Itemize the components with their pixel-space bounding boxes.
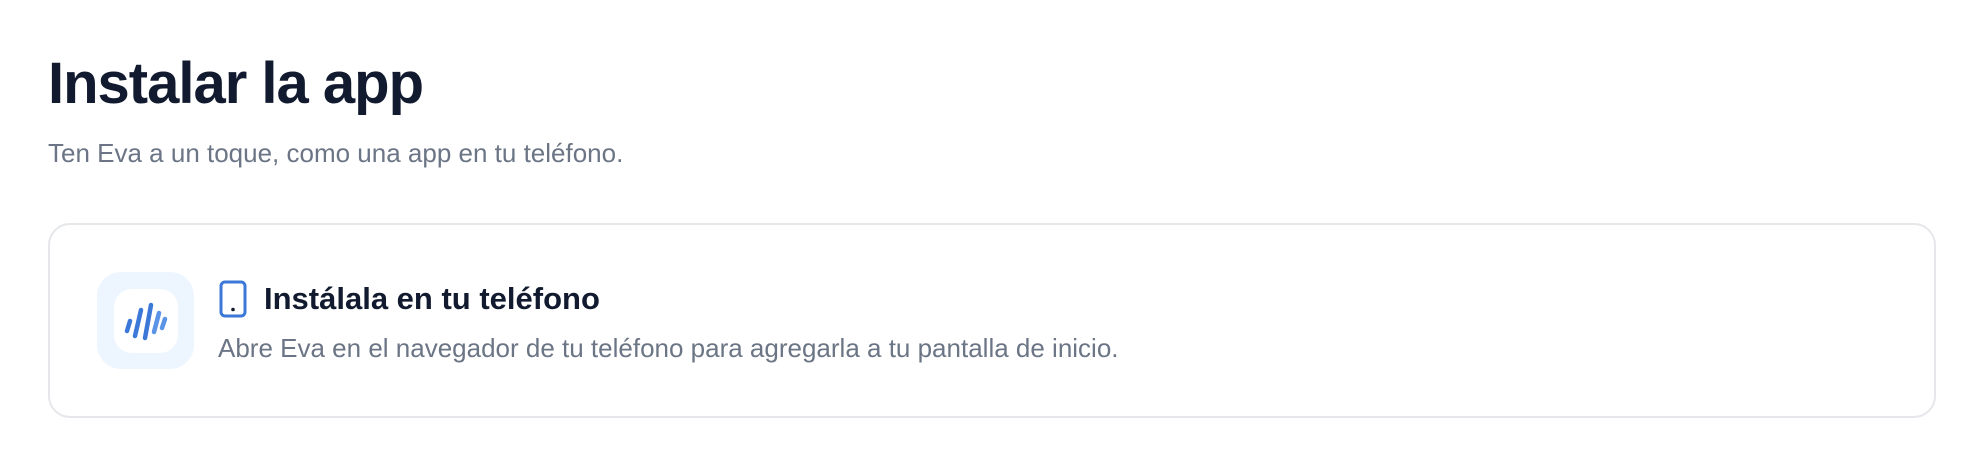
- card-text: Instálala en tu teléfono Abre Eva en el …: [218, 277, 1119, 365]
- card-title-row: Instálala en tu teléfono: [218, 277, 1119, 321]
- install-on-phone-card: Instálala en tu teléfono Abre Eva en el …: [48, 223, 1936, 418]
- app-icon-tile: [97, 272, 194, 369]
- install-app-page: Instalar la app Ten Eva a un toque, como…: [0, 0, 1984, 464]
- card-title: Instálala en tu teléfono: [264, 280, 600, 316]
- smartphone-icon: [218, 280, 248, 318]
- page-subtitle: Ten Eva a un toque, como una app en tu t…: [48, 138, 624, 168]
- card-description: Abre Eva en el navegador de tu teléfono …: [218, 332, 1119, 363]
- page-title: Instalar la app: [48, 51, 424, 116]
- eva-soundwave-icon: [113, 288, 178, 353]
